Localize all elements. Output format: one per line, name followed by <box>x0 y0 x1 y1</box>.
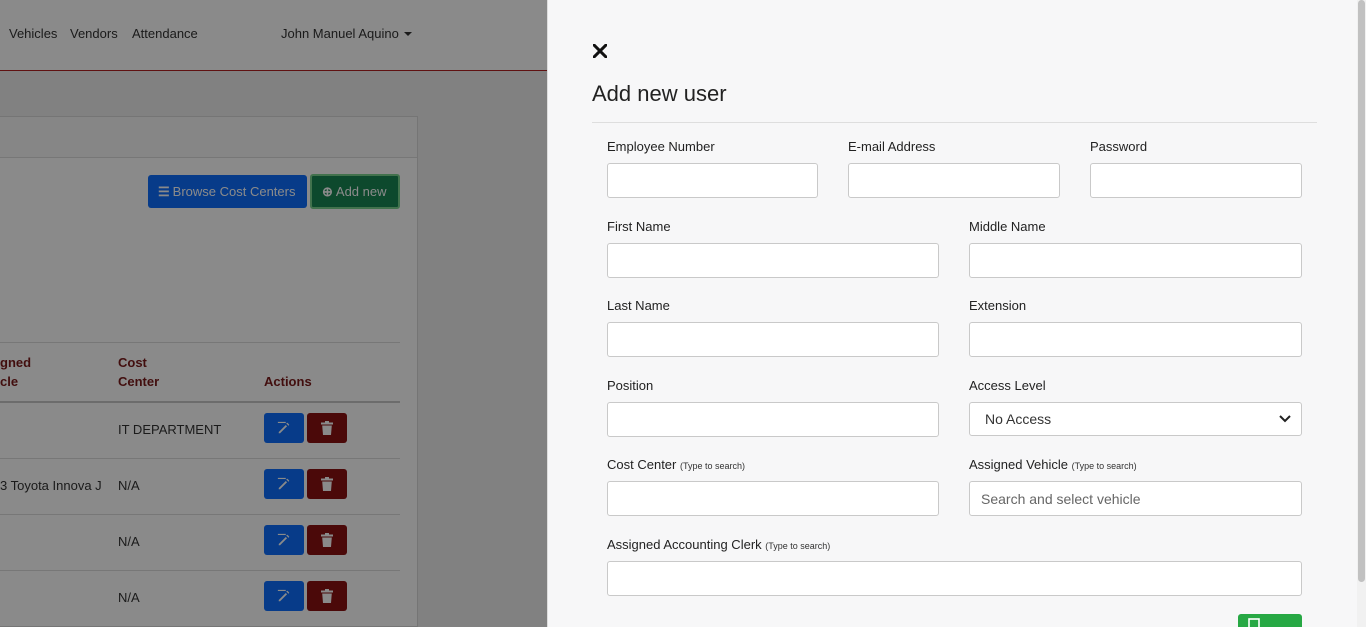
assigned-vehicle-input[interactable] <box>969 481 1302 516</box>
email-label: E-mail Address <box>848 139 936 154</box>
password-label: Password <box>1090 139 1148 154</box>
first-name-input[interactable] <box>607 243 939 278</box>
employee-number-label: Employee Number <box>607 139 715 154</box>
close-button[interactable] <box>590 40 610 60</box>
middle-name-label: Middle Name <box>969 219 1046 234</box>
add-user-panel: Add new user Employee Number E-mail Addr… <box>547 0 1366 627</box>
access-level-select[interactable]: No Access <box>969 402 1302 436</box>
last-name-label: Last Name <box>607 298 670 313</box>
access-level-selected: No Access <box>985 411 1052 427</box>
assigned-vehicle-label-text: Assigned Vehicle <box>969 457 1069 472</box>
chevron-down-icon <box>1279 415 1291 423</box>
last-name-input[interactable] <box>607 322 939 357</box>
accounting-clerk-input[interactable] <box>607 561 1302 596</box>
title-divider <box>592 122 1317 123</box>
extension-input[interactable] <box>969 322 1302 357</box>
panel-scrollbar[interactable] <box>1357 0 1366 627</box>
email-input[interactable] <box>848 163 1060 198</box>
cost-center-hint: (Type to search) <box>680 461 746 471</box>
assigned-vehicle-hint: (Type to search) <box>1071 461 1137 471</box>
assigned-vehicle-label: Assigned Vehicle (Type to search) <box>969 457 1137 472</box>
scrollbar-thumb[interactable] <box>1358 0 1365 582</box>
save-button[interactable] <box>1238 614 1302 627</box>
password-input[interactable] <box>1090 163 1302 198</box>
position-input[interactable] <box>607 402 939 437</box>
accounting-clerk-label-text: Assigned Accounting Clerk <box>607 537 762 552</box>
accounting-clerk-hint: (Type to search) <box>765 541 831 551</box>
cost-center-label-text: Cost Center <box>607 457 677 472</box>
extension-label: Extension <box>969 298 1027 313</box>
position-label: Position <box>607 378 654 393</box>
save-icon <box>1248 618 1260 627</box>
cost-center-label: Cost Center (Type to search) <box>607 457 745 472</box>
first-name-label: First Name <box>607 219 671 234</box>
panel-title: Add new user <box>592 81 727 106</box>
access-level-label: Access Level <box>969 378 1046 393</box>
employee-number-input[interactable] <box>607 163 818 198</box>
middle-name-input[interactable] <box>969 243 1302 278</box>
accounting-clerk-label: Assigned Accounting Clerk (Type to searc… <box>607 537 830 552</box>
cost-center-input[interactable] <box>607 481 939 516</box>
close-icon <box>593 44 607 58</box>
modal-backdrop[interactable] <box>0 0 547 627</box>
